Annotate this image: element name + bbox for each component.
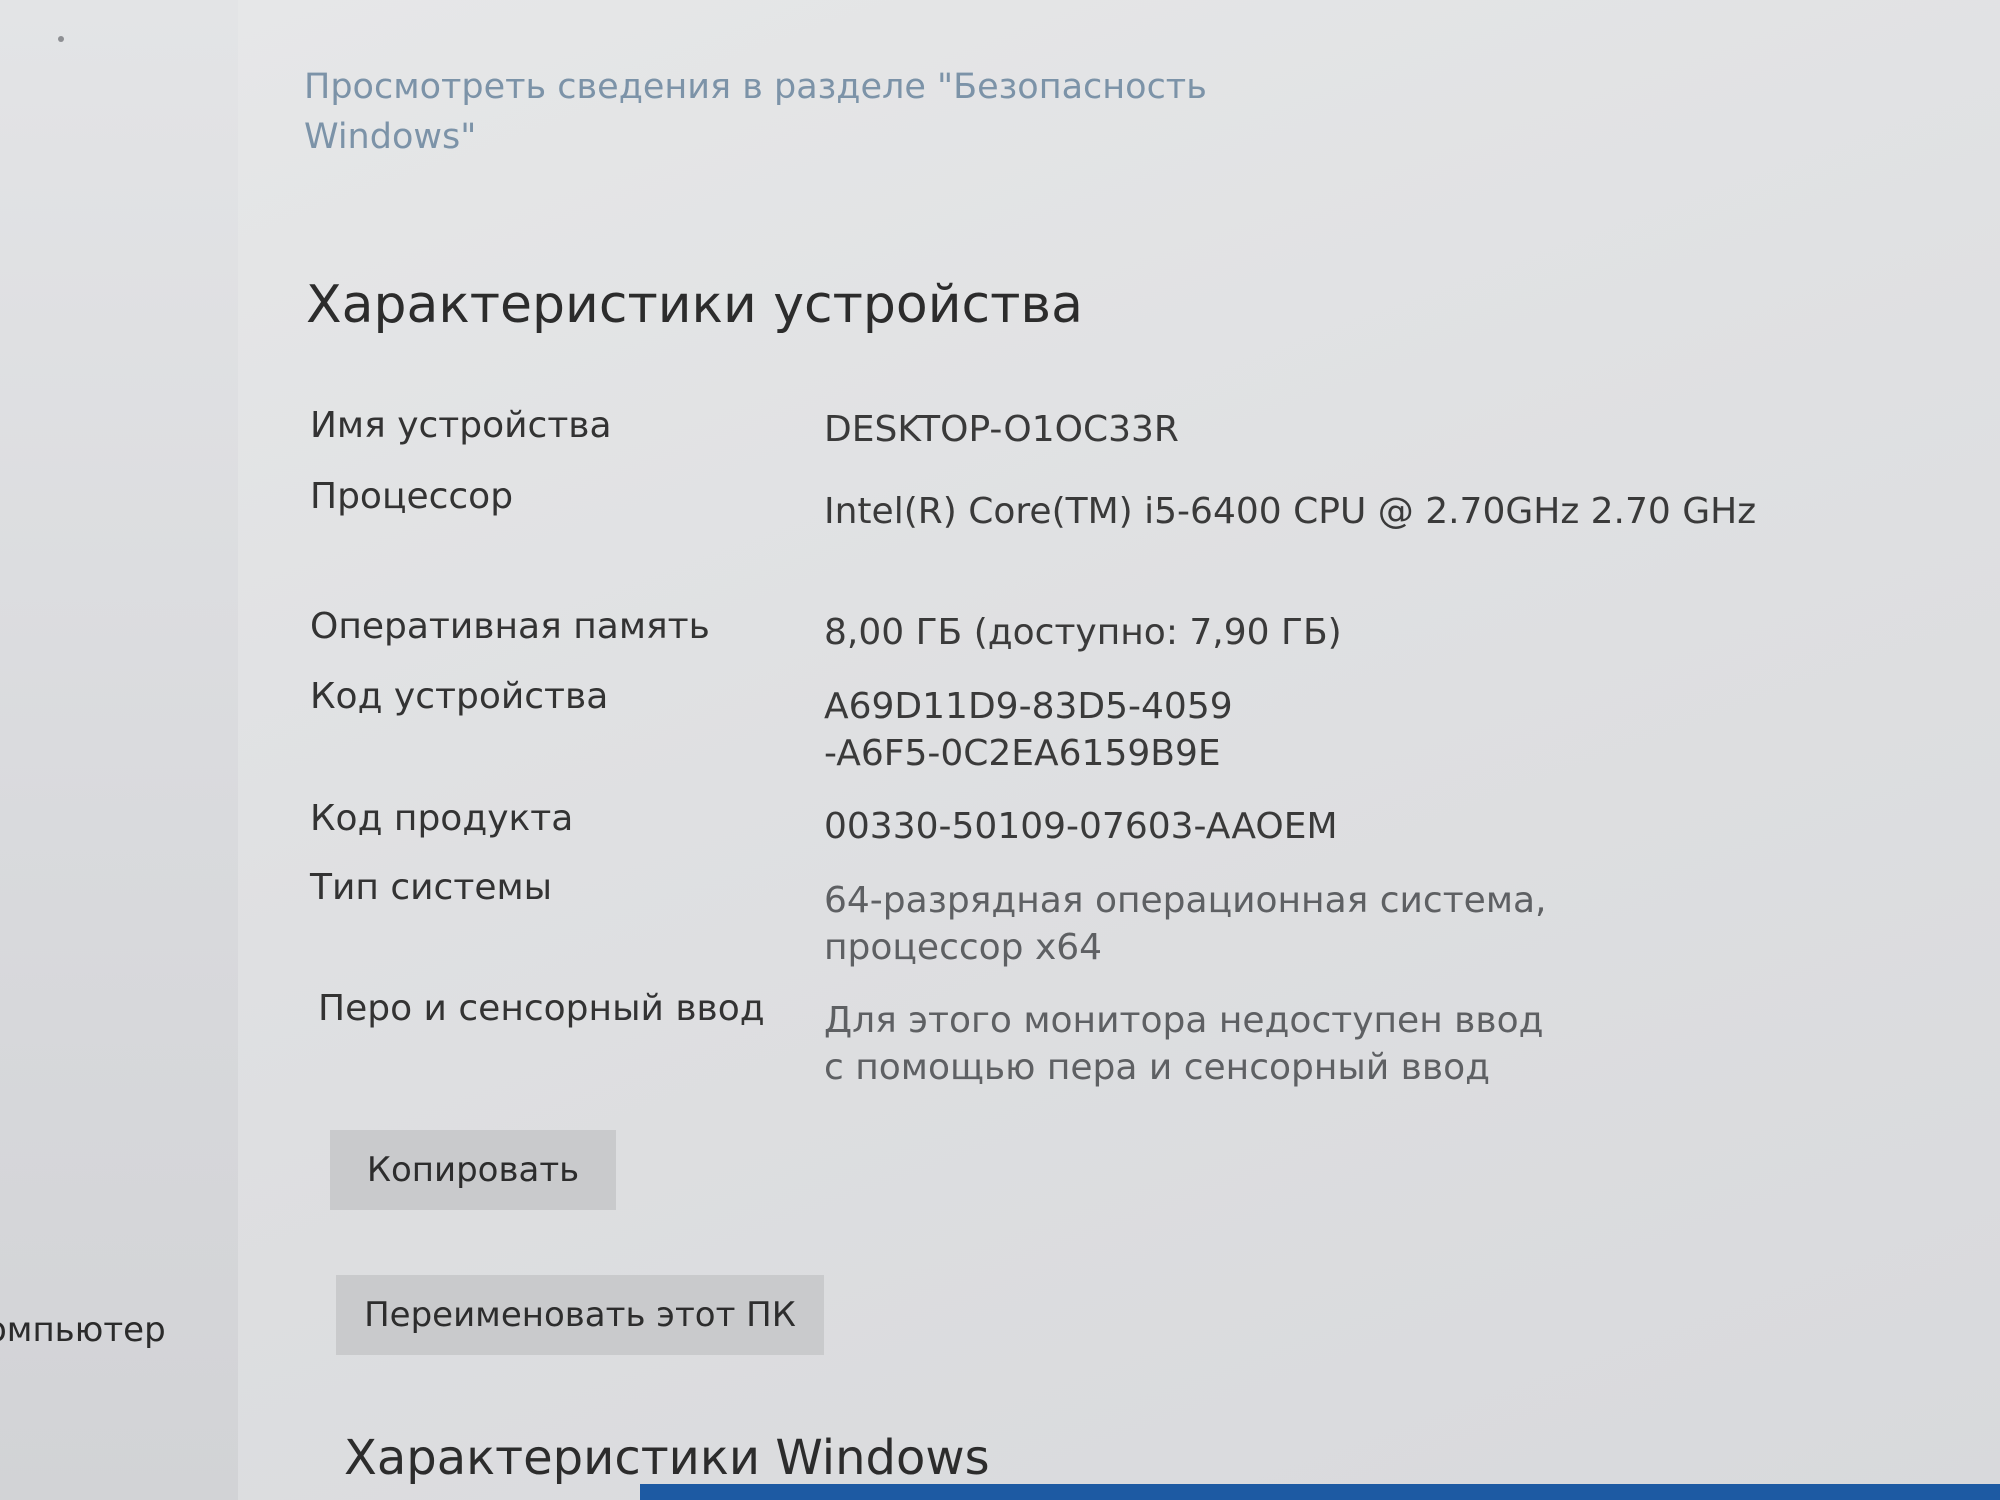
- spec-value-device-name: DESKTOP-O1OC33R: [824, 409, 1179, 450]
- spec-value-processor: Intel(R) Core(TM) i5-6400 CPU @ 2.70GHz …: [824, 491, 1757, 532]
- spec-label-system-type: Тип системы: [310, 867, 553, 908]
- spec-label-product-id: Код продукта: [310, 798, 574, 839]
- spec-label-processor: Процессор: [310, 476, 514, 517]
- sidebar: омпьютер: [0, 0, 238, 1500]
- windows-specs-title: Характеристики Windows: [344, 1430, 990, 1486]
- spec-value-ram: 8,00 ГБ (доступно: 7,90 ГБ): [824, 612, 1342, 653]
- spec-value-system-type: 64-разрядная операционная система, проце…: [824, 880, 1547, 968]
- spec-value-product-id: 00330-50109-07603-AAOEM: [824, 806, 1338, 847]
- rename-pc-button[interactable]: Переименовать этот ПК: [336, 1275, 824, 1355]
- copy-button[interactable]: Копировать: [330, 1130, 616, 1210]
- edge-dot: [58, 36, 64, 42]
- spec-value-pen-touch: Для этого монитора недоступен ввод с пом…: [824, 1000, 1544, 1088]
- sidebar-item-about[interactable]: омпьютер: [0, 1310, 166, 1350]
- spec-label-device-id: Код устройства: [310, 676, 609, 717]
- device-specs-title: Характеристики устройства: [306, 275, 1083, 335]
- spec-label-pen-touch: Перо и сенсорный ввод: [318, 988, 765, 1029]
- spec-label-device-name: Имя устройства: [310, 405, 612, 446]
- taskbar-edge: [640, 1484, 2000, 1500]
- main-content: Просмотреть сведения в разделе "Безопасн…: [238, 0, 2000, 1500]
- security-link[interactable]: Просмотреть сведения в разделе "Безопасн…: [304, 62, 1304, 162]
- spec-value-device-id: A69D11D9-83D5-4059-A6F5-0C2EA6159B9E: [824, 686, 1233, 774]
- spec-label-ram: Оперативная память: [310, 606, 710, 647]
